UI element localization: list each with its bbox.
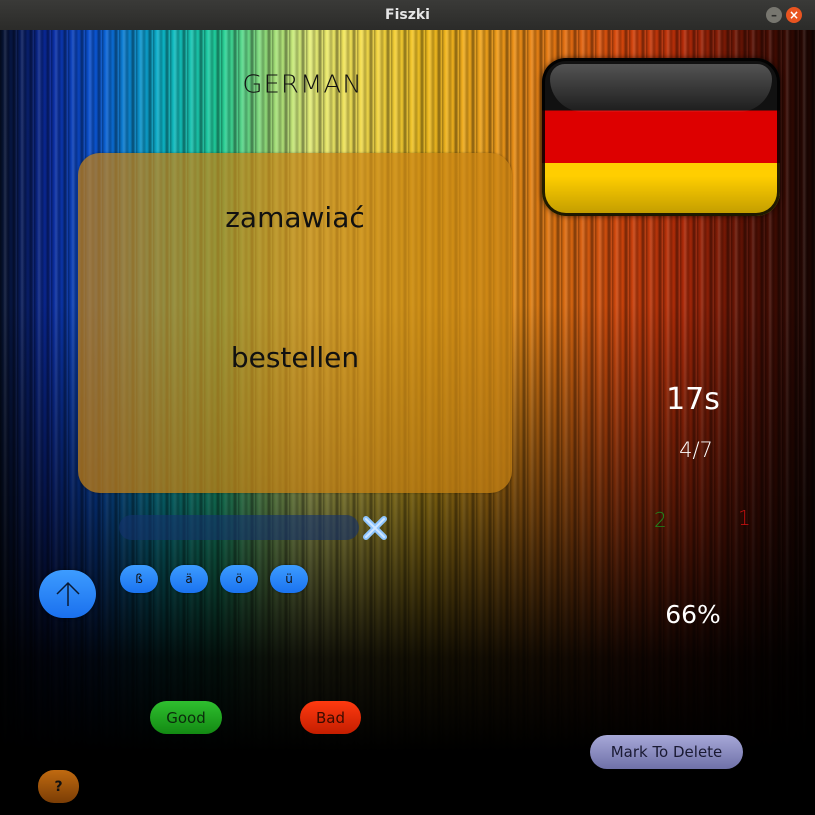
- title-bar: Fiszki – ×: [0, 0, 815, 31]
- arrow-up-icon: [55, 581, 80, 606]
- help-button[interactable]: ?: [38, 770, 79, 803]
- char-button-eszett[interactable]: ß: [120, 565, 158, 593]
- answer-input[interactable]: [119, 515, 359, 540]
- bad-count: 1: [738, 506, 751, 530]
- mark-to-delete-button[interactable]: Mark To Delete: [590, 735, 743, 769]
- card-front-word: zamawiać: [225, 201, 365, 234]
- good-count: 2: [654, 508, 667, 532]
- minimize-icon: –: [771, 8, 777, 22]
- flip-card-button[interactable]: [39, 570, 96, 618]
- bad-button[interactable]: Bad: [300, 701, 361, 734]
- close-window-button[interactable]: ×: [786, 7, 802, 23]
- card-back-word: bestellen: [230, 341, 360, 374]
- window-title: Fiszki: [385, 7, 430, 23]
- good-button[interactable]: Good: [150, 701, 222, 734]
- char-button-u-umlaut[interactable]: ü: [270, 565, 308, 593]
- char-button-a-umlaut[interactable]: ä: [170, 565, 208, 593]
- clear-x-icon: [363, 516, 387, 540]
- close-icon: ×: [788, 8, 800, 22]
- app-content: GERMAN zamawiać bestellen ß ä ö ü 17s 4/…: [0, 30, 815, 815]
- progress-counter: 4/7: [679, 438, 713, 462]
- minimize-button[interactable]: –: [766, 7, 782, 23]
- german-flag-icon: [542, 58, 780, 216]
- char-button-o-umlaut[interactable]: ö: [220, 565, 258, 593]
- clear-answer-button[interactable]: [360, 514, 390, 542]
- flashcard: zamawiać bestellen: [78, 153, 512, 493]
- language-title: GERMAN: [242, 70, 363, 100]
- timer-display: 17s: [666, 382, 720, 417]
- score-percent: 66%: [665, 600, 721, 629]
